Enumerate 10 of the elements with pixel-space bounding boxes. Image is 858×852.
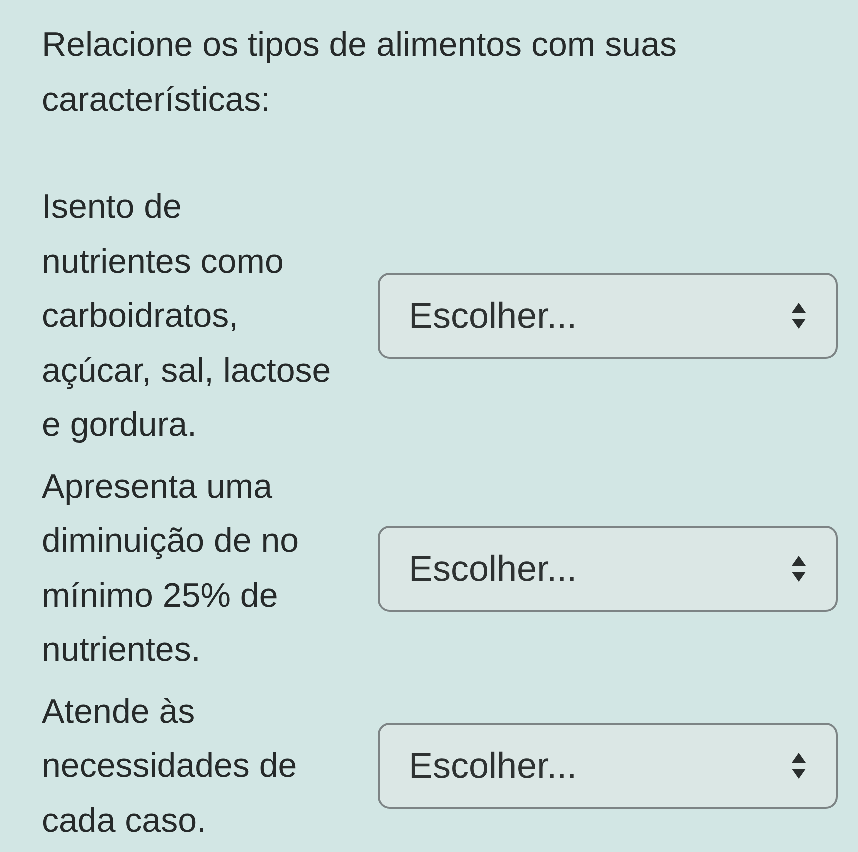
answer-dropdown[interactable]: Escolher...: [378, 723, 838, 810]
answer-dropdown[interactable]: Escolher...: [378, 273, 838, 360]
sort-arrows-icon: [792, 303, 806, 330]
statement-text: Isento de nutrientes como carboidratos, açúcar, sal, lactose e gordura.: [42, 187, 332, 446]
statement-text: Apresenta uma diminuição de no mínimo 25% de nutrientes.: [42, 466, 300, 671]
sort-arrows-icon: [792, 556, 806, 582]
answer-dropdown[interactable]: Escolher...: [378, 526, 838, 612]
statement-text: Atende às necessidades de cada caso.: [42, 692, 298, 842]
sort-arrows-icon: [792, 753, 806, 780]
question-prompt: Relacione os tipos de alimentos com suas características:: [42, 25, 678, 121]
